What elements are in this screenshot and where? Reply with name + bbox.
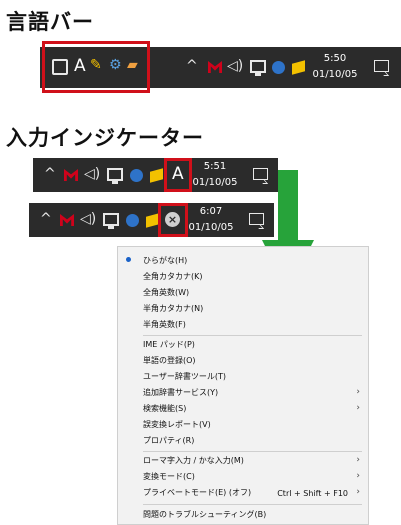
menu-item-additional-dictionary[interactable]: 追加辞書サービス(Y) xyxy=(143,387,218,399)
menu-item-search[interactable]: 検索機能(S) xyxy=(143,403,186,415)
network-icon[interactable] xyxy=(107,168,123,184)
menu-separator xyxy=(143,504,362,505)
chevron-up-icon[interactable]: ^ xyxy=(44,167,56,181)
clock-time: 6:07 xyxy=(199,206,223,217)
folder-icon[interactable] xyxy=(292,60,305,75)
ime-context-menu: ひらがな(H) 全角カタカナ(K) 全角英数(W) 半角カタカナ(N) 半角英数… xyxy=(117,246,369,525)
taskbar-language-bar: A ✎ ⚙ ▰ ^ ◁) 5:50 01/10/05 xyxy=(40,41,401,93)
clock[interactable]: 5:51 01/10/05 xyxy=(190,159,240,191)
clock-time: 5:50 xyxy=(323,53,347,64)
menu-item-user-dictionary[interactable]: ユーザー辞書ツール(T) xyxy=(143,371,226,383)
speaker-icon[interactable]: ◁) xyxy=(227,59,243,73)
cloud-icon[interactable] xyxy=(126,214,139,227)
mcafee-icon[interactable] xyxy=(64,169,78,181)
submenu-arrow-icon: › xyxy=(356,403,360,413)
mcafee-icon[interactable] xyxy=(60,214,74,226)
submenu-arrow-icon: › xyxy=(356,455,360,465)
menu-item-ime-pad[interactable]: IME パッド(P) xyxy=(143,339,195,351)
menu-item-word-register[interactable]: 単語の登録(O) xyxy=(143,355,196,367)
menu-separator xyxy=(143,451,362,452)
submenu-arrow-icon: › xyxy=(356,471,360,481)
menu-item-properties[interactable]: プロパティ(R) xyxy=(143,435,194,447)
speaker-icon[interactable]: ◁) xyxy=(80,212,96,226)
folder-icon[interactable] xyxy=(150,168,163,183)
menu-item-conversion-mode[interactable]: 変換モード(C) xyxy=(143,471,195,483)
selected-bullet-icon xyxy=(126,257,131,262)
clock-date: 01/10/05 xyxy=(312,69,358,80)
mcafee-icon[interactable] xyxy=(208,61,222,73)
clock-date: 01/10/05 xyxy=(188,222,234,233)
menu-item-troubleshoot[interactable]: 問題のトラブルシューティング(B) xyxy=(143,509,266,521)
clock-date: 01/10/05 xyxy=(192,177,238,188)
menu-item-hiragana[interactable]: ひらがな(H) xyxy=(143,255,187,267)
menu-item-hankaku-katakana[interactable]: 半角カタカナ(N) xyxy=(143,303,203,315)
submenu-arrow-icon: › xyxy=(356,387,360,397)
private-mode-shortcut: Ctrl + Shift + F10 xyxy=(277,489,348,498)
network-icon[interactable] xyxy=(103,213,119,229)
langbar-highlight-box xyxy=(42,41,150,93)
menu-item-private-mode[interactable]: プライベートモード(E) (オフ) xyxy=(143,487,251,499)
notification-icon[interactable] xyxy=(374,60,389,72)
menu-item-zenkaku-katakana[interactable]: 全角カタカナ(K) xyxy=(143,271,203,283)
submenu-arrow-icon: › xyxy=(356,487,360,497)
menu-item-zenkaku-eisu[interactable]: 全角英数(W) xyxy=(143,287,189,299)
menu-item-romaji-kana[interactable]: ローマ字入力 / かな入力(M) xyxy=(143,455,244,467)
section-title-input-indicator: 入力インジケーター xyxy=(6,126,204,150)
cloud-icon[interactable] xyxy=(130,169,143,182)
indicator-highlight-box xyxy=(164,158,192,192)
speaker-icon[interactable]: ◁) xyxy=(84,167,100,181)
clock[interactable]: 6:07 01/10/05 xyxy=(186,204,236,236)
section-title-language-bar: 言語バー xyxy=(6,10,94,34)
indicator-highlight-box xyxy=(158,203,188,237)
menu-item-hankaku-eisu[interactable]: 半角英数(F) xyxy=(143,319,186,331)
clock[interactable]: 5:50 01/10/05 xyxy=(310,51,360,83)
menu-separator xyxy=(143,335,362,336)
taskbar-input-indicator-a: ^ ◁) A 5:51 01/10/05 xyxy=(33,158,278,192)
network-icon[interactable] xyxy=(250,60,266,76)
chevron-up-icon[interactable]: ^ xyxy=(40,212,52,226)
taskbar-input-indicator-disabled: ^ ◁) × 6:07 01/10/05 xyxy=(29,203,274,237)
chevron-up-icon[interactable]: ^ xyxy=(186,59,198,73)
cloud-icon[interactable] xyxy=(272,61,285,74)
menu-item-error-report[interactable]: 誤変換レポート(V) xyxy=(143,419,211,431)
clock-time: 5:51 xyxy=(203,161,227,172)
